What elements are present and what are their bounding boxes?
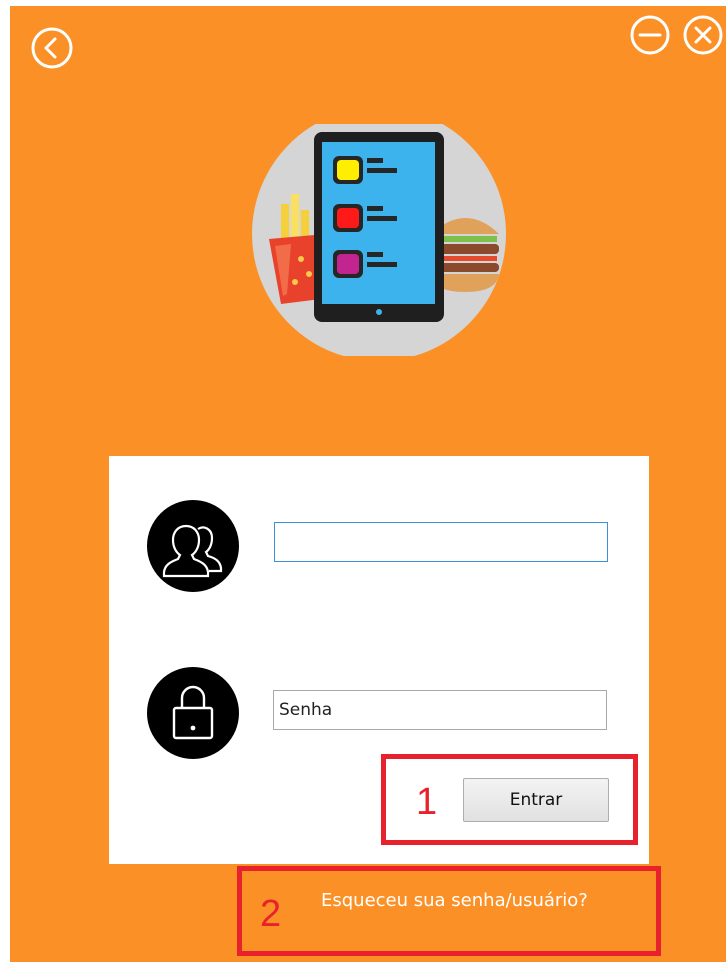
minimize-button[interactable] <box>629 14 671 56</box>
annotation-number-1: 1 <box>416 781 438 823</box>
tablet-icon <box>314 132 444 322</box>
lock-icon <box>147 667 239 759</box>
app-logo <box>252 124 506 356</box>
users-icon <box>147 500 239 592</box>
username-input[interactable] <box>274 522 608 562</box>
password-input[interactable] <box>273 690 607 730</box>
annotation-number-2: 2 <box>260 893 282 935</box>
back-button[interactable] <box>30 26 74 70</box>
close-button[interactable] <box>682 14 724 56</box>
annotation-box-2 <box>237 866 661 956</box>
